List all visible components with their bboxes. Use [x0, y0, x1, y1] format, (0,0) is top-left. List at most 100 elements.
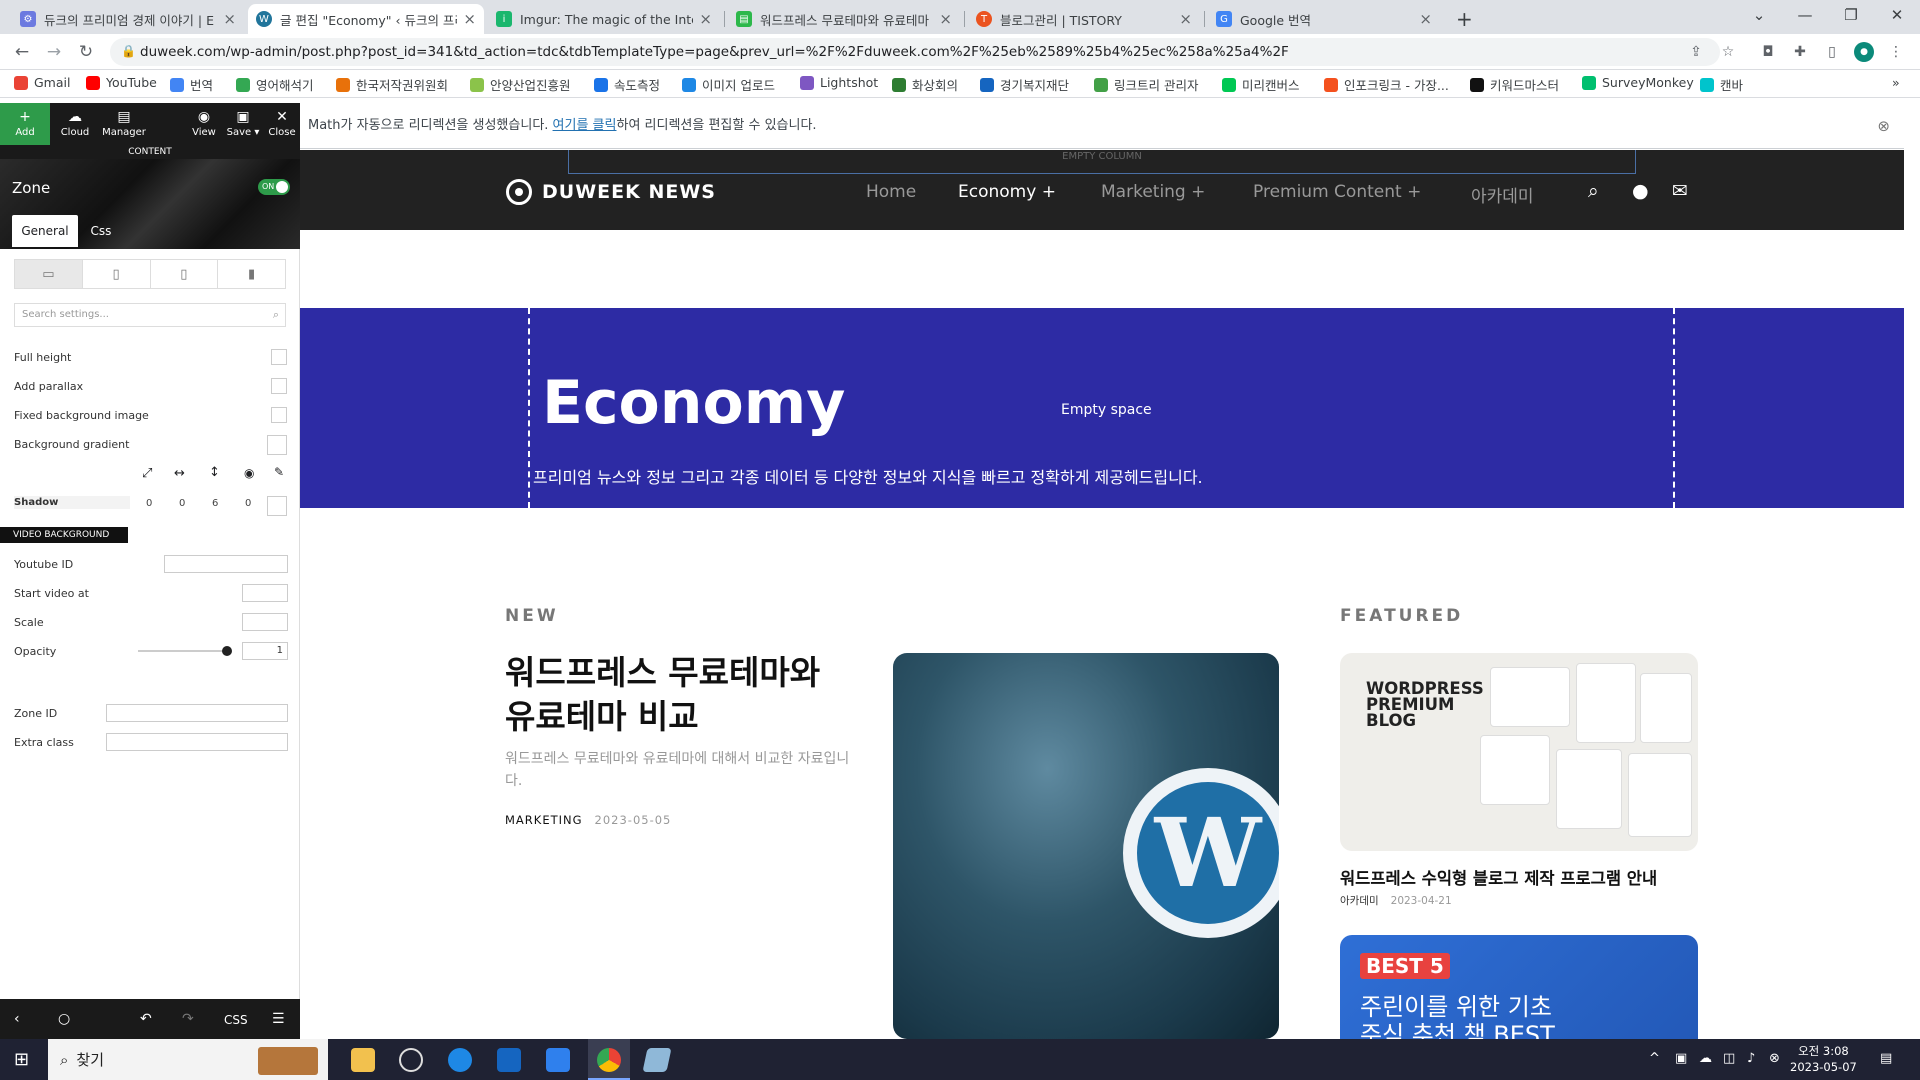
mail-app-icon[interactable]: [546, 1048, 570, 1072]
phone-icon[interactable]: ▮: [218, 260, 285, 288]
blur-icon[interactable]: ◉: [244, 466, 254, 480]
add-button[interactable]: + Add: [0, 103, 50, 145]
profile-avatar[interactable]: ●: [1854, 42, 1874, 62]
shadow-value[interactable]: 0: [146, 498, 152, 509]
browser-tab[interactable]: ▤ 워드프레스 무료테마와 유료테마 ×: [728, 4, 960, 34]
bookmark-item[interactable]: 영어해석기: [236, 75, 314, 94]
window-close-icon[interactable]: ✕: [1874, 0, 1920, 30]
bookmark-item[interactable]: 미리캔버스: [1222, 75, 1300, 94]
bookmark-item[interactable]: 번역: [170, 75, 213, 94]
search-icon[interactable]: ⌕: [1588, 180, 1599, 202]
user-icon[interactable]: ●: [1632, 180, 1649, 202]
share-icon[interactable]: ⇪: [1686, 42, 1706, 62]
extensions-puzzle-icon[interactable]: ✚: [1790, 42, 1810, 62]
empty-column-placeholder[interactable]: EMPTY COLUMN: [568, 150, 1636, 174]
bookmark-item[interactable]: 한국저작권위원회: [336, 75, 448, 94]
bookmarks-more[interactable]: »: [1892, 75, 1900, 90]
new-tab-button[interactable]: +: [1448, 4, 1482, 34]
onedrive-icon[interactable]: ☁: [1699, 1051, 1712, 1066]
close-icon[interactable]: ×: [463, 10, 476, 28]
tray-app-icon[interactable]: ▣: [1675, 1051, 1687, 1066]
camera-extension-icon[interactable]: ◘: [1758, 42, 1778, 62]
close-icon[interactable]: ×: [1179, 10, 1192, 28]
bookmark-item[interactable]: SurveyMonkey: [1582, 75, 1694, 90]
bookmark-item[interactable]: 화상회의: [892, 75, 958, 94]
empty-space-placeholder[interactable]: Empty space: [1061, 402, 1152, 418]
bg-gradient-picker[interactable]: [267, 435, 287, 455]
close-button[interactable]: ✕ Close: [266, 103, 298, 145]
extra-class-input[interactable]: [106, 733, 288, 751]
opacity-slider-handle[interactable]: [222, 646, 232, 656]
bookmark-item[interactable]: Lightshot: [800, 75, 878, 90]
edge-browser-icon[interactable]: [448, 1048, 472, 1072]
close-icon[interactable]: ×: [699, 10, 712, 28]
bookmark-star-icon[interactable]: ☆: [1718, 42, 1738, 62]
cloud-button[interactable]: ☁ Cloud: [54, 103, 96, 145]
bookmark-item[interactable]: 이미지 업로드: [682, 75, 775, 94]
browser-tab-active[interactable]: W 글 편집 "Economy" ‹ 듀크의 프리 ×: [248, 4, 484, 34]
article-title[interactable]: 워드프레스 무료테마와 유료테마 비교: [505, 651, 855, 739]
shadow-color-picker[interactable]: [267, 496, 287, 516]
shadow-value[interactable]: 6: [212, 498, 218, 509]
settings-gear-icon[interactable]: [399, 1048, 423, 1072]
sync-status-icon[interactable]: ⊗: [1769, 1051, 1780, 1066]
horizontal-offset-icon[interactable]: ↔: [174, 466, 185, 481]
home-circle-icon[interactable]: ○: [58, 1011, 70, 1027]
dismiss-icon[interactable]: ⊗: [1877, 103, 1890, 149]
bookmark-item[interactable]: 인포크링크 - 가장...: [1324, 75, 1449, 94]
tray-chevron-icon[interactable]: ^: [1649, 1051, 1660, 1066]
save-button[interactable]: ▣ Save ▾: [224, 103, 262, 145]
search-settings-input[interactable]: Search settings... ⌕: [14, 303, 286, 327]
fixed-bg-checkbox[interactable]: [271, 407, 287, 423]
browser-tab[interactable]: ⚙ 듀크의 프리미엄 경제 이야기 | E ×: [12, 4, 244, 34]
css-button[interactable]: CSS: [224, 1013, 248, 1027]
vertical-offset-icon[interactable]: ↕: [209, 465, 220, 480]
notification-icon[interactable]: ▤: [1880, 1051, 1892, 1066]
view-button[interactable]: ◉ View: [188, 103, 220, 145]
shadow-value[interactable]: 0: [245, 498, 251, 509]
zone-toggle[interactable]: ON: [258, 179, 290, 195]
bookmark-item[interactable]: Gmail: [14, 75, 70, 90]
store-icon[interactable]: [497, 1048, 521, 1072]
notepad-icon[interactable]: [642, 1048, 672, 1072]
bookmark-item[interactable]: YouTube: [86, 75, 157, 90]
scale-input[interactable]: [242, 613, 288, 631]
list-icon[interactable]: ☰: [272, 1011, 285, 1027]
address-bar[interactable]: 🔒 duweek.com/wp-admin/post.php?post_id=3…: [110, 38, 1720, 66]
bookmark-item[interactable]: 안양산업진흥원: [470, 75, 571, 94]
bookmark-item[interactable]: 키워드마스터: [1470, 75, 1559, 94]
featured-thumbnail[interactable]: WORDPRESS PREMIUM BLOG: [1340, 653, 1698, 851]
opacity-slider-track[interactable]: [138, 650, 230, 652]
expand-icon[interactable]: ⤢: [142, 466, 152, 481]
featured-title[interactable]: 워드프레스 수익형 블로그 제작 프로그램 안내: [1340, 865, 1657, 889]
kebab-menu-icon[interactable]: ⋮: [1886, 42, 1906, 62]
bookmark-item[interactable]: 경기복지재단: [980, 75, 1069, 94]
tablet-portrait-icon[interactable]: ▯: [151, 260, 219, 288]
manager-button[interactable]: ▤ Manager: [100, 103, 148, 145]
volume-icon[interactable]: ♪: [1747, 1051, 1755, 1066]
undo-icon[interactable]: ↶: [140, 1011, 152, 1027]
featured-category[interactable]: 아카데미: [1340, 895, 1379, 907]
tablet-landscape-icon[interactable]: ▯: [83, 260, 151, 288]
browser-tab[interactable]: G Google 번역 ×: [1208, 4, 1440, 34]
side-panel-icon[interactable]: ▯: [1822, 42, 1842, 62]
close-icon[interactable]: ×: [939, 10, 952, 28]
nav-economy[interactable]: Economy +: [958, 182, 1056, 202]
bookmark-item[interactable]: 캔바: [1700, 75, 1743, 94]
bookmark-item[interactable]: 속도측정: [594, 75, 660, 94]
close-icon[interactable]: ×: [223, 10, 236, 28]
browser-tab[interactable]: T 블로그관리 | TISTORY ×: [968, 4, 1200, 34]
nav-premium-content[interactable]: Premium Content +: [1253, 182, 1421, 202]
mail-icon[interactable]: ✉: [1672, 180, 1688, 202]
site-logo[interactable]: DUWEEK NEWS: [506, 179, 716, 205]
opacity-input[interactable]: 1: [242, 642, 288, 660]
notice-link[interactable]: 여기를 클릭: [553, 118, 617, 133]
zone-id-input[interactable]: [106, 704, 288, 722]
featured-thumbnail[interactable]: BEST 5 주린이를 위한 기초 주식 추천 책 BEST: [1340, 935, 1698, 1039]
taskbar-search-box[interactable]: ⌕ 찾기: [48, 1039, 328, 1080]
chrome-taskbar-button[interactable]: [588, 1039, 630, 1080]
minimize-icon[interactable]: —: [1782, 0, 1828, 30]
start-video-input[interactable]: [242, 584, 288, 602]
article-thumbnail[interactable]: W: [893, 653, 1279, 1039]
forward-arrow-icon[interactable]: →: [42, 40, 66, 64]
